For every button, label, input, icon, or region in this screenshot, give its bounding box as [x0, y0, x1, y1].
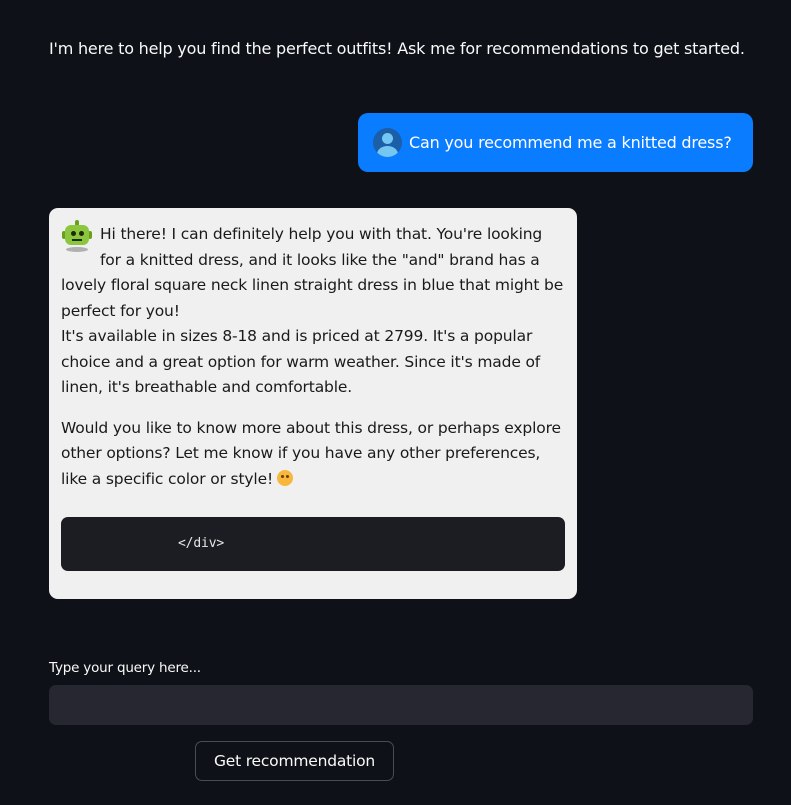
query-input[interactable]: [49, 685, 753, 725]
assistant-text-paragraph-1: Hi there! I can definitely help you with…: [61, 222, 565, 401]
query-input-label: Type your query here...: [49, 660, 201, 676]
get-recommendation-button[interactable]: Get recommendation: [195, 741, 394, 781]
assistant-text-question: Would you like to know more about this d…: [61, 418, 561, 488]
robot-icon: [61, 220, 93, 254]
assistant-message-bubble: Hi there! I can definitely help you with…: [49, 208, 577, 599]
assistant-text-line-2: It's available in sizes 8-18 and is pric…: [61, 327, 541, 396]
intro-message: I'm here to help you find the perfect ou…: [49, 39, 745, 58]
assistant-text-line-1: Hi there! I can definitely help you with…: [61, 225, 564, 320]
user-avatar-icon: [373, 128, 402, 157]
user-message-text: Can you recommend me a knitted dress?: [409, 133, 732, 152]
assistant-text-paragraph-2: Would you like to know more about this d…: [61, 416, 565, 493]
code-block: </div>: [61, 517, 565, 571]
user-message-bubble: Can you recommend me a knitted dress?: [358, 113, 753, 172]
smiling-face-icon: [277, 469, 294, 486]
